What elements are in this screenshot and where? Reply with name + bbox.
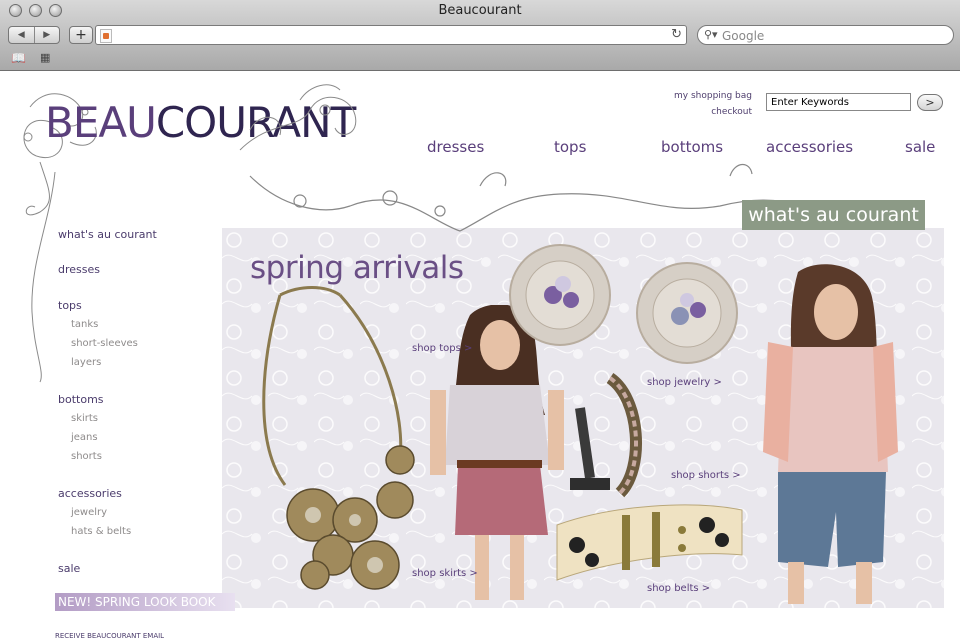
cuff-belt-image[interactable]: [552, 500, 747, 585]
forward-button[interactable]: ▶: [33, 27, 60, 43]
top-nav-bottoms[interactable]: bottoms: [661, 138, 723, 156]
left-nav-short-sleeves[interactable]: short-sleeves: [71, 338, 138, 349]
left-nav-hats-belts[interactable]: hats & belts: [71, 526, 131, 537]
back-arrow-icon: ◀: [17, 30, 25, 40]
flower-brooch-image-2[interactable]: [632, 258, 742, 368]
left-nav-jeans[interactable]: jeans: [71, 432, 98, 443]
search-placeholder: Google: [722, 29, 765, 43]
add-bookmark-button[interactable]: +: [69, 26, 93, 44]
top-nav-sale[interactable]: sale: [905, 138, 935, 156]
left-nav-dresses[interactable]: dresses: [58, 263, 100, 276]
left-nav-jewelry[interactable]: jewelry: [71, 507, 107, 518]
shop-shorts-link[interactable]: shop shorts >: [671, 470, 741, 481]
braided-bracelet-image[interactable]: [550, 368, 650, 498]
flower-brooch-image-1[interactable]: [505, 240, 615, 350]
necklace-image[interactable]: [255, 285, 425, 605]
left-nav-layers[interactable]: layers: [71, 357, 101, 368]
keyword-search-input[interactable]: [766, 93, 911, 111]
back-forward-group: ◀ ▶: [8, 26, 60, 44]
window-title: Beaucourant: [438, 3, 522, 18]
hero-title: spring arrivals: [250, 250, 464, 286]
checkout-link[interactable]: checkout: [711, 107, 752, 117]
browser-chrome: Beaucourant ◀ ▶ + ↻ ⚲▾ Google 📖 ▦: [0, 0, 960, 71]
left-nav-tanks[interactable]: tanks: [71, 319, 98, 330]
left-nav-tops[interactable]: tops: [58, 299, 82, 312]
plus-icon: +: [75, 27, 87, 43]
search-icon: ⚲▾: [704, 28, 718, 41]
top-nav-accessories[interactable]: accessories: [766, 138, 853, 156]
receive-email-label[interactable]: RECEIVE BEAUCOURANT EMAIL: [55, 632, 164, 640]
shopping-bag-link[interactable]: my shopping bag: [674, 91, 752, 101]
left-nav-skirts[interactable]: skirts: [71, 413, 98, 424]
left-nav-accessories[interactable]: accessories: [58, 487, 122, 500]
back-button[interactable]: ◀: [9, 27, 34, 43]
left-nav-sale[interactable]: sale: [58, 562, 80, 575]
browser-search-field[interactable]: ⚲▾ Google: [697, 25, 954, 45]
reload-icon[interactable]: ↻: [671, 27, 682, 42]
shop-tops-link[interactable]: shop tops >: [412, 343, 472, 354]
shop-jewelry-link[interactable]: shop jewelry >: [647, 377, 722, 388]
search-go-button[interactable]: >: [917, 94, 943, 111]
favicon-icon: [100, 29, 112, 43]
model-shorts-image[interactable]: [748, 262, 898, 607]
left-nav-shorts[interactable]: shorts: [71, 451, 102, 462]
logo-part-beau: BEAU: [45, 98, 157, 147]
forward-arrow-icon: ▶: [43, 30, 51, 40]
top-nav-tops[interactable]: tops: [554, 138, 586, 156]
shop-belts-link[interactable]: shop belts >: [647, 583, 710, 594]
top-nav-dresses[interactable]: dresses: [427, 138, 484, 156]
left-nav-bottoms[interactable]: bottoms: [58, 393, 104, 406]
spring-lookbook-link[interactable]: NEW! SPRING LOOK BOOK: [55, 593, 235, 611]
bookmarks-book-icon[interactable]: 📖: [11, 51, 26, 65]
whats-au-courant-banner[interactable]: what's au courant: [742, 200, 925, 230]
top-sites-grid-icon[interactable]: ▦: [40, 51, 51, 64]
shop-skirts-link[interactable]: shop skirts >: [412, 568, 478, 579]
address-bar[interactable]: ↻: [95, 25, 687, 45]
left-nav-whats-au-courant[interactable]: what's au courant: [58, 228, 157, 241]
